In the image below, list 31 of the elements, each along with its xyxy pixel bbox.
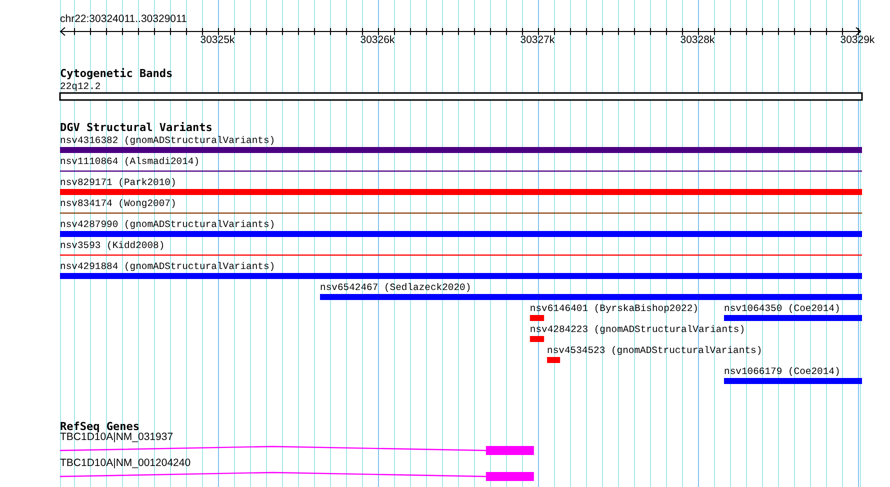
tick-label: 30328k (680, 35, 715, 46)
variant-bar[interactable] (530, 336, 544, 342)
variant-label: nsv6146401 (ByrskaBishop2022) (530, 303, 698, 314)
cytoband-bar[interactable] (59, 92, 863, 101)
tick-label: 30329k (840, 35, 875, 46)
variant-label: nsv4291884 (gnomADStructuralVariants) (60, 261, 276, 272)
band-label: 22q12.2 (60, 81, 101, 92)
tick-label: 30325k (200, 35, 235, 46)
variant-label: nsv4534523 (gnomADStructuralVariants) (547, 345, 762, 356)
variant-label: nsv1066179 (Coe2014) (724, 366, 840, 377)
variant-label: nsv829171 (Park2010) (60, 177, 176, 188)
variant-label: nsv4287990 (gnomADStructuralVariants) (60, 219, 276, 230)
variant-label: nsv1064350 (Coe2014) (724, 303, 840, 314)
track-title: DGV Structural Variants (60, 122, 212, 134)
track-title: Cytogenetic Bands (60, 68, 173, 80)
variant-bar[interactable] (547, 357, 560, 363)
variant-label: nsv4316382 (gnomADStructuralVariants) (60, 135, 276, 146)
variant-label: nsv3593 (Kidd2008) (60, 240, 165, 251)
track-title: RefSeq Genes (60, 421, 140, 433)
gene-label: TBC1D10A|NM_031937 (60, 432, 174, 443)
variant-label: nsv4284223 (gnomADStructuralVariants) (530, 324, 746, 335)
gene-model-drawing[interactable] (60, 472, 534, 481)
variant-label: nsv834174 (Wong2007) (60, 198, 176, 209)
tick-label: 30326k (360, 35, 395, 46)
variant-bar[interactable] (530, 315, 544, 321)
ruler-title: chr22:30324011..30329011 (60, 14, 187, 25)
gene-model-drawing[interactable] (60, 446, 534, 455)
variant-label: nsv1110864 (Alsmadi2014) (60, 156, 200, 167)
variant-label: nsv6542467 (Sedlazeck2020) (320, 282, 472, 293)
tick-label: 30327k (520, 35, 555, 46)
gene-label: TBC1D10A|NM_001204240 (60, 458, 191, 469)
